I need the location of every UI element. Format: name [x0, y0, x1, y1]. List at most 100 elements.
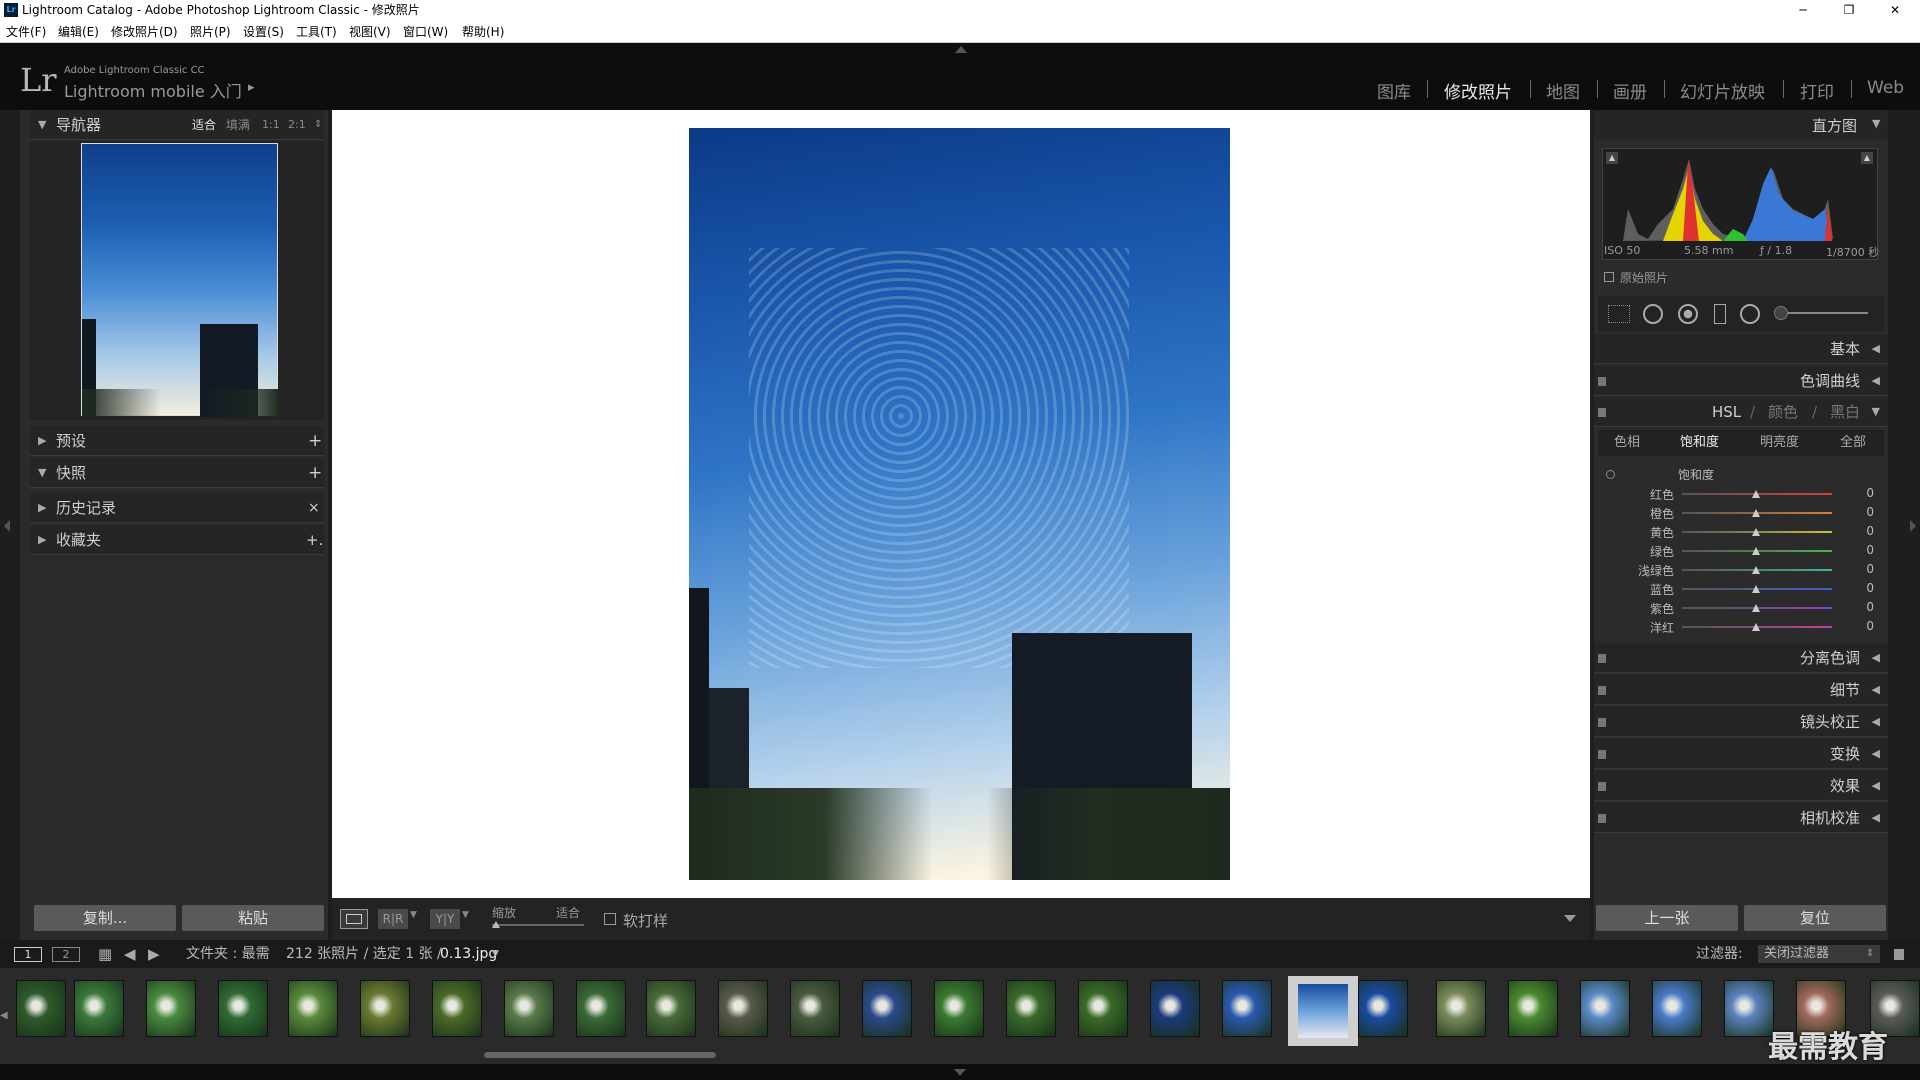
hsl-slider-row[interactable]: 橙色 0 — [1600, 503, 1884, 522]
original-photo-checkbox[interactable] — [1604, 272, 1614, 282]
filename-dropdown-icon[interactable]: ▼ — [492, 940, 499, 968]
graduated-filter-icon[interactable] — [1714, 304, 1726, 324]
hsl-slider-knob[interactable] — [1752, 509, 1760, 517]
hsl-slider-row[interactable]: 蓝色 0 — [1600, 579, 1884, 598]
zoom-2-1[interactable]: 2:1 — [288, 110, 306, 140]
filmstrip-thumbnail[interactable] — [862, 980, 912, 1037]
paste-settings-button[interactable]: 粘贴 — [182, 905, 324, 931]
zoom-fit[interactable]: 适合 — [192, 110, 216, 140]
filmstrip-thumbnail[interactable] — [1222, 980, 1272, 1037]
dropdown-arrow-icon[interactable]: ▼ — [462, 910, 469, 920]
red-eye-icon[interactable] — [1678, 304, 1698, 324]
tone-curve-section[interactable]: 色调曲线 ◀ — [1594, 366, 1888, 396]
collections-header[interactable]: ▶ 收藏夹 +. — [30, 525, 324, 555]
menu-photo[interactable]: 照片(P) — [190, 21, 231, 43]
filmstrip-thumbnail[interactable] — [288, 980, 338, 1037]
navigator-header[interactable]: ▼ 导航器 适合 填满 1:1 2:1 ⇕ — [30, 110, 324, 140]
expand-triangle-icon[interactable]: ▼ — [38, 110, 46, 140]
collapse-triangle-icon[interactable]: ◀ — [1872, 366, 1880, 396]
filmstrip-thumbnail[interactable] — [646, 980, 696, 1037]
hsl-value[interactable]: 0 — [1866, 486, 1874, 500]
filmstrip-thumbnail[interactable] — [74, 980, 124, 1037]
previous-button[interactable]: 上一张 — [1596, 905, 1738, 931]
forward-arrow-icon[interactable]: ▶ — [148, 940, 160, 968]
current-filename[interactable]: 0.13.jpg — [440, 940, 497, 968]
zoom-slider-knob[interactable] — [492, 921, 500, 928]
collapse-triangle-icon[interactable]: ◀ — [1872, 707, 1880, 737]
subtab-all[interactable]: 全部 — [1840, 430, 1866, 456]
hsl-slider-knob[interactable] — [1752, 566, 1760, 574]
hsl-value[interactable]: 0 — [1866, 619, 1874, 633]
hsl-slider-knob[interactable] — [1752, 604, 1760, 612]
hsl-slider-row[interactable]: 红色 0 — [1600, 484, 1884, 503]
collapse-top-icon[interactable] — [955, 46, 967, 53]
reset-button[interactable]: 复位 — [1744, 905, 1886, 931]
basic-section[interactable]: 基本 ◀ — [1594, 334, 1888, 364]
hsl-value[interactable]: 0 — [1866, 543, 1874, 557]
hsl-slider-knob[interactable] — [1752, 490, 1760, 498]
minimize-button[interactable]: ─ — [1780, 0, 1826, 21]
menu-edit[interactable]: 编辑(E) — [58, 21, 99, 43]
lens-correction-section[interactable]: 镜头校正 ◀ — [1594, 707, 1888, 737]
before-after-tb-button[interactable]: Y|Y — [430, 909, 460, 929]
crop-tool-icon[interactable] — [1608, 305, 1630, 323]
hsl-tab-bw[interactable]: 黑白 — [1830, 397, 1860, 427]
hsl-value[interactable]: 0 — [1866, 505, 1874, 519]
filmstrip-thumbnail[interactable] — [1652, 980, 1702, 1037]
shadow-clip-icon[interactable]: ▲ — [1606, 152, 1618, 164]
add-preset-icon[interactable]: + — [308, 426, 322, 456]
filmstrip-thumbnail[interactable] — [1724, 980, 1774, 1037]
hsl-slider-row[interactable]: 浅绿色 0 — [1600, 560, 1884, 579]
panel-switch-icon[interactable] — [1598, 654, 1606, 663]
zoom-slider[interactable] — [492, 924, 584, 926]
filmstrip-thumbnail[interactable] — [432, 980, 482, 1037]
menu-help[interactable]: 帮助(H) — [462, 21, 504, 43]
hsl-value[interactable]: 0 — [1866, 600, 1874, 614]
softproof-checkbox[interactable] — [604, 913, 616, 925]
clear-history-icon[interactable]: × — [308, 493, 320, 523]
histogram-header[interactable]: 直方图 ▼ — [1594, 110, 1888, 140]
effects-section[interactable]: 效果 ◀ — [1594, 771, 1888, 801]
hsl-slider-knob[interactable] — [1752, 623, 1760, 631]
source-folder[interactable]: 文件夹 : 最需 — [186, 940, 270, 968]
filmstrip-thumbnail[interactable] — [1150, 980, 1200, 1037]
before-after-lr-button[interactable]: R|R — [378, 909, 408, 929]
expand-triangle-icon[interactable]: ▼ — [38, 458, 46, 488]
expand-triangle-icon[interactable]: ▼ — [1872, 397, 1880, 427]
add-snapshot-icon[interactable]: + — [308, 458, 322, 488]
brush-slider[interactable] — [1778, 312, 1868, 314]
collapse-triangle-icon[interactable]: ◀ — [1872, 771, 1880, 801]
filmstrip-scrollbar[interactable] — [484, 1052, 716, 1058]
hsl-slider-row[interactable]: 洋红 0 — [1600, 617, 1884, 636]
subtab-hue[interactable]: 色相 — [1614, 430, 1640, 456]
filmstrip-thumbnail[interactable] — [16, 980, 66, 1037]
module-develop[interactable]: 修改照片 — [1444, 78, 1512, 103]
detail-section[interactable]: 细节 ◀ — [1594, 675, 1888, 705]
module-book[interactable]: 画册 — [1613, 78, 1647, 103]
grid-view-icon[interactable]: ▦ — [98, 940, 112, 968]
menu-settings[interactable]: 设置(S) — [243, 21, 284, 43]
history-header[interactable]: ▶ 历史记录 × — [30, 493, 324, 523]
dropdown-arrow-icon[interactable]: ▼ — [410, 910, 417, 920]
collapsed-triangle-icon[interactable]: ▶ — [38, 426, 46, 456]
filmstrip-thumbnail[interactable] — [218, 980, 268, 1037]
collapsed-triangle-icon[interactable]: ▶ — [38, 525, 46, 555]
adjustment-brush-icon[interactable] — [1774, 306, 1788, 320]
filmstrip-thumbnail[interactable] — [146, 980, 196, 1037]
hsl-slider-row[interactable]: 紫色 0 — [1600, 598, 1884, 617]
filmstrip-thumbnail[interactable] — [1436, 980, 1486, 1037]
add-collection-icon[interactable]: +. — [306, 525, 323, 555]
mobile-arrow-icon[interactable]: ▸ — [248, 80, 255, 95]
panel-switch-icon[interactable] — [1598, 814, 1606, 823]
back-arrow-icon[interactable]: ◀ — [124, 940, 136, 968]
hsl-value[interactable]: 0 — [1866, 562, 1874, 576]
maximize-button[interactable]: ❐ — [1826, 0, 1872, 21]
filmstrip-thumbnail[interactable] — [1580, 980, 1630, 1037]
spot-removal-icon[interactable] — [1643, 304, 1663, 324]
zoom-fill[interactable]: 填满 — [226, 110, 250, 140]
filmstrip-thumbnail[interactable] — [504, 980, 554, 1037]
subtab-saturation[interactable]: 饱和度 — [1680, 430, 1719, 456]
menu-file[interactable]: 文件(F) — [6, 21, 46, 43]
zoom-stepper-icon[interactable]: ⇕ — [314, 110, 322, 140]
hsl-slider-knob[interactable] — [1752, 547, 1760, 555]
